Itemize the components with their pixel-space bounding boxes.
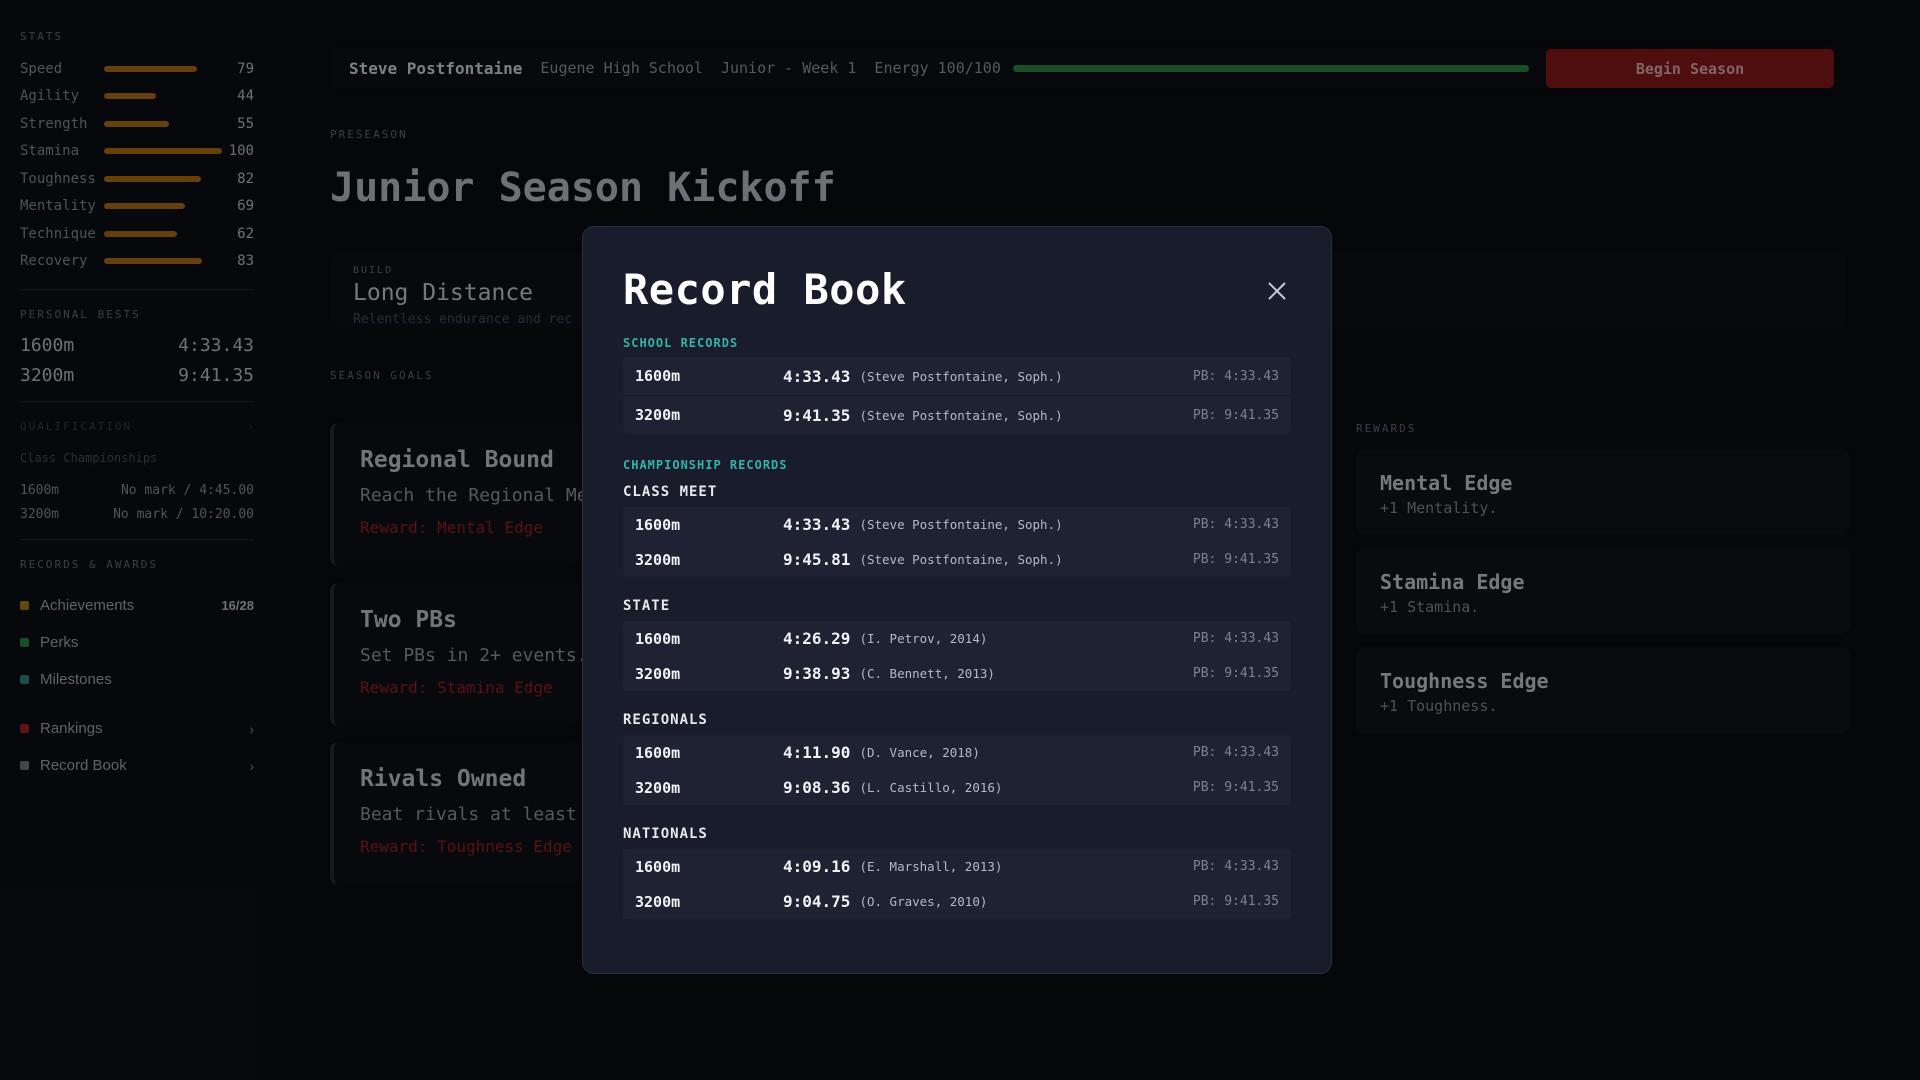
record-event: 1600m	[635, 515, 681, 534]
record-row: 1600m 4:26.29 (I. Petrov, 2014) PB: 4:33…	[623, 621, 1291, 656]
record-row: 3200m 9:38.93 (C. Bennett, 2013) PB: 9:4…	[623, 656, 1291, 691]
record-pb: PB: 9:41.35	[1192, 780, 1279, 795]
meet-records-table: 1600m 4:26.29 (I. Petrov, 2014) PB: 4:33…	[623, 621, 1291, 691]
record-holder: (C. Bennett, 2013)	[859, 666, 995, 681]
record-time: 4:11.90	[783, 743, 851, 762]
record-event: 3200m	[635, 406, 681, 424]
record-event: 3200m	[635, 778, 681, 797]
record-event: 1600m	[635, 743, 681, 762]
record-time: 4:33.43	[783, 366, 851, 386]
record-row: 1600m 4:11.90 (D. Vance, 2018) PB: 4:33.…	[623, 735, 1291, 770]
record-pb: PB: 4:33.43	[1192, 368, 1279, 384]
school-records-table: 1600m 4:33.43 (Steve Postfontaine, Soph.…	[623, 357, 1291, 434]
record-pb: PB: 4:33.43	[1192, 631, 1279, 646]
record-pb: PB: 9:41.35	[1192, 666, 1279, 681]
record-time: 9:45.81	[783, 550, 851, 569]
record-holder: (I. Petrov, 2014)	[859, 631, 988, 646]
record-time: 9:41.35	[783, 405, 851, 425]
record-row: 3200m 9:04.75 (O. Graves, 2010) PB: 9:41…	[623, 884, 1291, 919]
record-holder: (D. Vance, 2018)	[859, 745, 980, 760]
record-row: 3200m 9:45.81 (Steve Postfontaine, Soph.…	[623, 542, 1291, 577]
record-time: 4:09.16	[783, 857, 851, 876]
championship-records-heading: CHAMPIONSHIP RECORDS	[623, 458, 788, 472]
record-event: 1600m	[635, 857, 681, 876]
meet-heading: STATE	[623, 598, 671, 614]
record-pb: PB: 4:33.43	[1192, 517, 1279, 532]
record-time: 9:38.93	[783, 664, 851, 683]
record-row: 1600m 4:33.43 (Steve Postfontaine, Soph.…	[623, 357, 1291, 395]
record-pb: PB: 9:41.35	[1192, 552, 1279, 567]
close-icon[interactable]	[1265, 279, 1289, 303]
meet-heading: CLASS MEET	[623, 484, 718, 500]
record-event: 1600m	[635, 629, 681, 648]
record-event: 3200m	[635, 664, 681, 683]
record-row: 3200m 9:08.36 (L. Castillo, 2016) PB: 9:…	[623, 770, 1291, 805]
modal-title: Record Book	[623, 265, 907, 314]
record-time: 4:33.43	[783, 515, 851, 534]
school-records-heading: SCHOOL RECORDS	[623, 336, 739, 350]
record-event: 3200m	[635, 550, 681, 569]
record-pb: PB: 9:41.35	[1192, 894, 1279, 909]
record-time: 4:26.29	[783, 629, 851, 648]
meet-heading: REGIONALS	[623, 712, 708, 728]
record-pb: PB: 4:33.43	[1192, 859, 1279, 874]
record-holder: (E. Marshall, 2013)	[859, 859, 1003, 874]
record-event: 1600m	[635, 367, 681, 385]
record-pb: PB: 9:41.35	[1192, 407, 1279, 423]
record-event: 3200m	[635, 892, 681, 911]
record-row: 1600m 4:09.16 (E. Marshall, 2013) PB: 4:…	[623, 849, 1291, 884]
record-row: 1600m 4:33.43 (Steve Postfontaine, Soph.…	[623, 507, 1291, 542]
record-row: 3200m 9:41.35 (Steve Postfontaine, Soph.…	[623, 395, 1291, 434]
record-time: 9:04.75	[783, 892, 851, 911]
record-book-modal: Record Book SCHOOL RECORDS 1600m 4:33.43…	[582, 226, 1332, 974]
record-holder: (Steve Postfontaine, Soph.)	[859, 517, 1063, 532]
meet-records-table: 1600m 4:33.43 (Steve Postfontaine, Soph.…	[623, 507, 1291, 577]
record-pb: PB: 4:33.43	[1192, 745, 1279, 760]
record-holder: (L. Castillo, 2016)	[859, 780, 1003, 795]
record-holder: (O. Graves, 2010)	[859, 894, 988, 909]
meet-records-table: 1600m 4:11.90 (D. Vance, 2018) PB: 4:33.…	[623, 735, 1291, 805]
meet-heading: NATIONALS	[623, 826, 708, 842]
record-holder: (Steve Postfontaine, Soph.)	[859, 552, 1063, 567]
meet-records-table: 1600m 4:09.16 (E. Marshall, 2013) PB: 4:…	[623, 849, 1291, 919]
record-holder: (Steve Postfontaine, Soph.)	[859, 407, 1063, 423]
record-holder: (Steve Postfontaine, Soph.)	[859, 368, 1063, 384]
record-time: 9:08.36	[783, 778, 851, 797]
